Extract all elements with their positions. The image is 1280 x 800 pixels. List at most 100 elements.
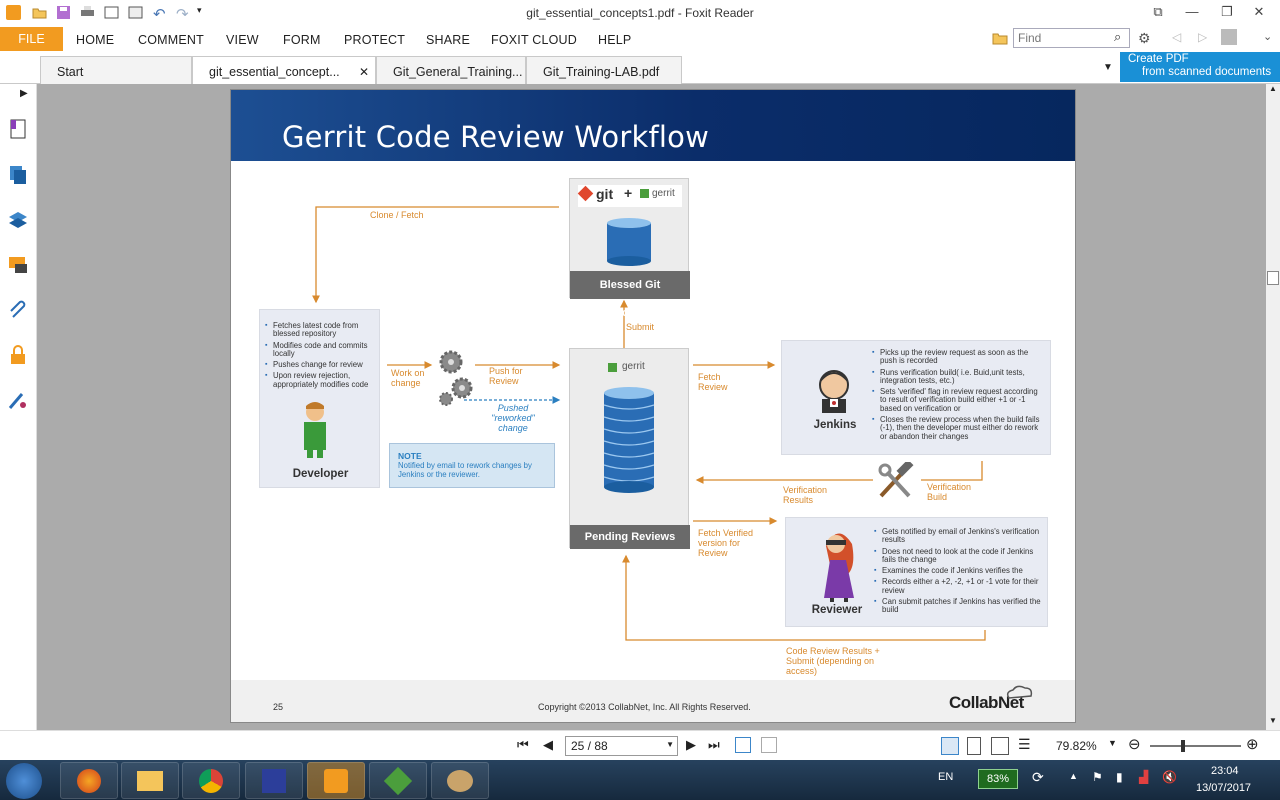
security-lock-icon[interactable] bbox=[7, 344, 29, 366]
settings-gear-icon[interactable]: ⚙ bbox=[1138, 30, 1151, 47]
save-app-taskbar-icon[interactable] bbox=[245, 762, 303, 799]
scrollbar-thumb[interactable] bbox=[1267, 271, 1279, 285]
promo-line2: from scanned documents bbox=[1142, 66, 1272, 78]
action-center-flag-icon[interactable]: ⚑ bbox=[1092, 770, 1103, 784]
zoom-out-icon[interactable]: ⊖ bbox=[1128, 735, 1141, 753]
collabnet-cloud-icon bbox=[1006, 685, 1033, 699]
paint-taskbar-icon[interactable] bbox=[431, 762, 489, 799]
continuous-facing-view-icon[interactable]: ☰ bbox=[1018, 736, 1031, 753]
find-folder-icon[interactable] bbox=[992, 30, 1008, 46]
scroll-down-icon[interactable]: ▼ bbox=[1269, 716, 1277, 725]
menu-view[interactable]: VIEW bbox=[226, 33, 259, 47]
maximize-button[interactable]: ❐ bbox=[1216, 4, 1238, 20]
zoom-level[interactable]: 79.82% bbox=[1056, 739, 1097, 753]
continuous-view-icon[interactable] bbox=[967, 737, 981, 755]
search-icon[interactable]: ⌕ bbox=[1114, 29, 1121, 45]
verification-build-label: Verification Build bbox=[927, 482, 972, 502]
last-page-icon[interactable]: ⏭ bbox=[708, 737, 720, 753]
gears-icon bbox=[439, 350, 473, 406]
restore-ribbon-icon[interactable]: ⧉ bbox=[1147, 4, 1169, 20]
zoom-slider-thumb[interactable] bbox=[1181, 740, 1185, 752]
network-icon[interactable]: ▟ bbox=[1139, 770, 1148, 784]
foxit-taskbar-icon[interactable] bbox=[307, 762, 365, 799]
previous-view-icon[interactable] bbox=[735, 737, 751, 753]
next-view-icon[interactable] bbox=[761, 737, 777, 753]
reviewer-box: Reviewer Gets notified by email of Jenki… bbox=[785, 517, 1048, 627]
clock-date[interactable]: 13/07/2017 bbox=[1196, 782, 1251, 794]
bullet: Does not need to look at the code if Jen… bbox=[874, 547, 1046, 565]
start-button[interactable] bbox=[6, 763, 42, 799]
developer-figure-icon bbox=[304, 402, 326, 458]
next-page-icon[interactable]: ▶ bbox=[686, 737, 696, 753]
minimize-button[interactable]: — bbox=[1181, 4, 1203, 20]
previous-page-icon[interactable]: ◀ bbox=[543, 737, 553, 753]
collapse-ribbon-icon[interactable]: ⌄ bbox=[1263, 30, 1272, 43]
next-view-icon[interactable]: ▷ bbox=[1198, 30, 1207, 44]
git-gerrit-logo: git + gerrit bbox=[577, 185, 682, 207]
gerrit-logo-icon bbox=[640, 189, 649, 198]
scroll-up-icon[interactable]: ▲ bbox=[1269, 84, 1277, 93]
bookmarks-icon[interactable] bbox=[7, 118, 29, 140]
user-avatar-icon[interactable] bbox=[1221, 29, 1237, 45]
verification-results-label: Verification Results bbox=[783, 485, 828, 505]
bullet: Can submit patches if Jenkins has verifi… bbox=[874, 598, 1046, 615]
tab-git-essential[interactable]: git_essential_concept... ✕ bbox=[192, 56, 376, 84]
tab-git-general[interactable]: Git_General_Training... bbox=[376, 56, 526, 84]
page-dropdown-icon[interactable]: ▼ bbox=[666, 740, 674, 749]
jenkins-caption: Jenkins bbox=[813, 419, 857, 431]
bullet: Records either a +2, -2, +1 or -1 vote f… bbox=[874, 578, 1046, 595]
close-tab-icon[interactable]: ✕ bbox=[359, 65, 369, 79]
power-icon[interactable]: ▮ bbox=[1116, 770, 1123, 784]
git-logo-icon bbox=[577, 185, 594, 202]
menu-file[interactable]: FILE bbox=[0, 27, 63, 51]
work-on-change-label: Work on change bbox=[391, 368, 425, 388]
zoom-dropdown-icon[interactable]: ▼ bbox=[1108, 738, 1117, 748]
firefox-taskbar-icon[interactable] bbox=[60, 762, 118, 799]
clock-time[interactable]: 23:04 bbox=[1211, 765, 1239, 777]
menu-foxit-cloud[interactable]: FOXIT CLOUD bbox=[491, 33, 577, 47]
menu-form[interactable]: FORM bbox=[283, 33, 321, 47]
attachments-icon[interactable] bbox=[7, 299, 29, 321]
signatures-icon[interactable] bbox=[7, 389, 29, 411]
menu-share[interactable]: SHARE bbox=[426, 33, 470, 47]
menu-home[interactable]: HOME bbox=[76, 33, 114, 47]
single-page-view-icon[interactable] bbox=[941, 737, 959, 755]
volume-muted-icon[interactable]: 🔇 bbox=[1162, 770, 1177, 784]
menu-comment[interactable]: COMMENT bbox=[138, 33, 204, 47]
page-number-input[interactable]: 25 / 88 ▼ bbox=[565, 736, 678, 756]
git-logo-text: git bbox=[596, 186, 614, 202]
note-title: NOTE bbox=[398, 451, 422, 461]
first-page-icon[interactable]: ⏮ bbox=[517, 737, 529, 753]
tab-label: git_essential_concept... bbox=[209, 65, 340, 79]
tab-git-training-lab[interactable]: Git_Training-LAB.pdf bbox=[526, 56, 682, 84]
zoom-in-icon[interactable]: ⊕ bbox=[1246, 735, 1259, 753]
create-pdf-promo[interactable]: Create PDF from scanned documents bbox=[1120, 52, 1280, 82]
menu-protect[interactable]: PROTECT bbox=[344, 33, 405, 47]
gerrit-logo-icon bbox=[608, 363, 617, 372]
blessed-repo-caption: Blessed Git Repository bbox=[570, 271, 690, 319]
show-hidden-icons[interactable]: ▲ bbox=[1069, 771, 1078, 781]
repository-database-icon bbox=[607, 218, 651, 266]
tab-list-dropdown-icon[interactable]: ▼ bbox=[1103, 62, 1113, 73]
zoom-slider[interactable] bbox=[1150, 745, 1241, 747]
close-button[interactable]: ✕ bbox=[1248, 4, 1270, 20]
layers-icon[interactable] bbox=[7, 209, 29, 231]
comments-icon[interactable] bbox=[7, 254, 29, 276]
git-gui-taskbar-icon[interactable] bbox=[369, 762, 427, 799]
find-input[interactable]: Find bbox=[1013, 28, 1130, 48]
pages-thumbnails-icon[interactable] bbox=[7, 164, 29, 186]
language-indicator[interactable]: EN bbox=[938, 771, 953, 783]
chrome-taskbar-icon[interactable] bbox=[182, 762, 240, 799]
battery-indicator[interactable]: 83% bbox=[978, 769, 1018, 789]
menu-help[interactable]: HELP bbox=[598, 33, 631, 47]
gerrit-logo-text: gerrit bbox=[622, 361, 645, 372]
slide-footer: 25 Copyright ©2013 CollabNet, Inc. All R… bbox=[231, 680, 1075, 722]
previous-view-icon[interactable]: ◁ bbox=[1172, 30, 1181, 44]
vertical-scrollbar[interactable]: ▲ ▼ bbox=[1266, 84, 1280, 730]
expand-panel-icon[interactable]: ▶ bbox=[20, 88, 28, 99]
facing-view-icon[interactable] bbox=[991, 737, 1009, 755]
tab-label: Git_General_Training... bbox=[393, 65, 523, 79]
file-explorer-taskbar-icon[interactable] bbox=[121, 762, 179, 799]
tab-start[interactable]: Start bbox=[40, 56, 192, 84]
tray-app-icon[interactable]: ⟳ bbox=[1032, 769, 1044, 786]
